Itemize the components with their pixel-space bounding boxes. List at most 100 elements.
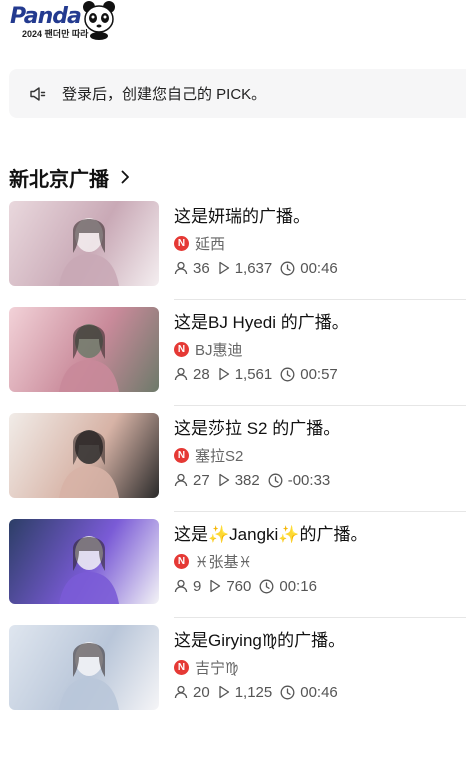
duration: -00:33	[268, 471, 331, 489]
duration-value: -00:33	[287, 471, 331, 489]
viewer-count: 27	[174, 472, 210, 489]
viewer-count-value: 20	[193, 683, 210, 701]
broadcast-thumbnail[interactable]	[9, 625, 159, 710]
new-badge: N	[174, 235, 189, 251]
play-count-value: 1,125	[234, 683, 273, 701]
streamer-name: ♓张基♓	[195, 553, 252, 571]
broadcast-stats: 20 1,125 00:46	[174, 680, 466, 704]
streamer-figure-icon	[59, 218, 119, 286]
broadcast-item[interactable]: 这是BJ Hyedi 的广播。 N BJ惠迪 28 1,561 00:57	[9, 305, 466, 411]
streamer-name: 延西	[195, 235, 226, 253]
broadcast-info: 这是BJ Hyedi 的广播。 N BJ惠迪 28 1,561 00:57	[174, 311, 466, 406]
user-icon	[174, 367, 193, 381]
broadcast-thumbnail[interactable]	[9, 307, 159, 392]
viewer-count: 9	[174, 578, 201, 595]
play-count-value: 760	[226, 577, 252, 595]
broadcast-item[interactable]: 这是Girying♍的广播。 N 吉宁♍ 20 1,125 00:46	[9, 623, 466, 729]
broadcast-thumbnail[interactable]	[9, 519, 159, 604]
new-badge: N	[174, 553, 189, 569]
broadcast-info: 这是莎拉 S2 的广播。 N 塞拉S2 27 382 -00:33	[174, 417, 466, 512]
streamer-name: 吉宁♍	[195, 659, 239, 677]
clock-icon	[280, 367, 300, 382]
new-badge: N	[174, 341, 189, 357]
user-icon	[174, 261, 193, 275]
section-header-link[interactable]: 新北京广播	[9, 162, 130, 192]
logo-tagline: 2024 팬더만 따라	[22, 29, 89, 39]
new-badge: N	[174, 659, 189, 675]
broadcast-list: 这是妍瑞的广播。 N 延西 36 1,637 00:46 这是BJ Hyedi …	[9, 199, 466, 729]
broadcast-title[interactable]: 这是✨Jangki✨的广播。	[174, 523, 466, 547]
play-icon	[209, 579, 226, 593]
broadcast-title[interactable]: 这是BJ Hyedi 的广播。	[174, 311, 466, 335]
streamer-figure-icon	[59, 536, 119, 604]
broadcast-title[interactable]: 这是莎拉 S2 的广播。	[174, 417, 466, 441]
logo-wordmark: Panda	[10, 4, 82, 29]
user-icon	[174, 473, 193, 487]
broadcast-item[interactable]: 这是莎拉 S2 的广播。 N 塞拉S2 27 382 -00:33	[9, 411, 466, 517]
clock-icon	[268, 473, 288, 488]
broadcast-info: 这是✨Jangki✨的广播。 N ♓张基♓ 9 760 00:16	[174, 523, 466, 618]
duration: 00:46	[280, 684, 338, 701]
broadcast-item[interactable]: 这是✨Jangki✨的广播。 N ♓张基♓ 9 760 00:16	[9, 517, 466, 623]
chevron-right-icon	[121, 170, 130, 184]
viewer-count-value: 28	[193, 365, 210, 383]
broadcast-title[interactable]: 这是Girying♍的广播。	[174, 629, 466, 653]
viewer-count-value: 27	[193, 471, 210, 489]
duration: 00:16	[259, 578, 317, 595]
duration-value: 00:57	[300, 365, 338, 383]
streamer-row[interactable]: N 塞拉S2	[174, 444, 466, 466]
play-count-value: 1,561	[234, 365, 273, 383]
new-badge: N	[174, 447, 189, 463]
play-count: 1,125	[218, 683, 273, 701]
login-notice-banner[interactable]: 登录后，创建您自己的 PICK。	[9, 69, 466, 118]
play-count-value: 382	[234, 471, 260, 489]
viewer-count-value: 36	[193, 259, 210, 277]
duration: 00:57	[280, 366, 338, 383]
duration-value: 00:46	[300, 259, 338, 277]
play-count: 382	[218, 472, 260, 489]
viewer-count-value: 9	[193, 577, 202, 595]
broadcast-stats: 36 1,637 00:46	[174, 256, 466, 280]
viewer-count: 36	[174, 260, 210, 277]
play-icon	[218, 261, 235, 275]
section-title: 新北京广播	[9, 168, 109, 191]
streamer-figure-icon	[59, 642, 119, 710]
streamer-figure-icon	[59, 430, 119, 498]
broadcast-stats: 27 382 -00:33	[174, 468, 466, 492]
user-icon	[174, 579, 193, 593]
broadcast-thumbnail[interactable]	[9, 201, 159, 286]
play-icon	[218, 473, 235, 487]
broadcast-title[interactable]: 这是妍瑞的广播。	[174, 205, 466, 229]
broadcast-stats: 28 1,561 00:57	[174, 362, 466, 386]
clock-icon	[259, 579, 279, 594]
broadcast-thumbnail[interactable]	[9, 413, 159, 498]
clock-icon	[280, 685, 300, 700]
broadcast-info: 这是Girying♍的广播。 N 吉宁♍ 20 1,125 00:46	[174, 629, 466, 724]
duration: 00:46	[280, 260, 338, 277]
duration-value: 00:16	[279, 577, 317, 595]
viewer-count: 28	[174, 366, 210, 383]
streamer-row[interactable]: N BJ惠迪	[174, 338, 466, 360]
play-icon	[218, 685, 235, 699]
play-count: 1,637	[218, 259, 273, 277]
broadcast-item[interactable]: 这是妍瑞的广播。 N 延西 36 1,637 00:46	[9, 199, 466, 305]
clock-icon	[280, 261, 300, 276]
streamer-row[interactable]: N 延西	[174, 232, 466, 254]
duration-value: 00:46	[300, 683, 338, 701]
brand-logo[interactable]: Panda 2024 팬더만 따라	[8, 0, 124, 42]
broadcast-info: 这是妍瑞的广播。 N 延西 36 1,637 00:46	[174, 205, 466, 300]
play-count-value: 1,637	[234, 259, 273, 277]
viewer-count: 20	[174, 684, 210, 701]
streamer-name: 塞拉S2	[195, 447, 244, 465]
streamer-figure-icon	[59, 324, 119, 392]
streamer-row[interactable]: N 吉宁♍	[174, 656, 466, 678]
play-icon	[218, 367, 235, 381]
play-count: 1,561	[218, 365, 273, 383]
speaker-icon	[29, 84, 49, 104]
streamer-row[interactable]: N ♓张基♓	[174, 550, 466, 572]
user-icon	[174, 685, 193, 699]
notice-text: 登录后，创建您自己的 PICK。	[62, 86, 267, 103]
broadcast-stats: 9 760 00:16	[174, 574, 466, 598]
play-count: 760	[209, 578, 251, 595]
streamer-name: BJ惠迪	[195, 341, 243, 359]
